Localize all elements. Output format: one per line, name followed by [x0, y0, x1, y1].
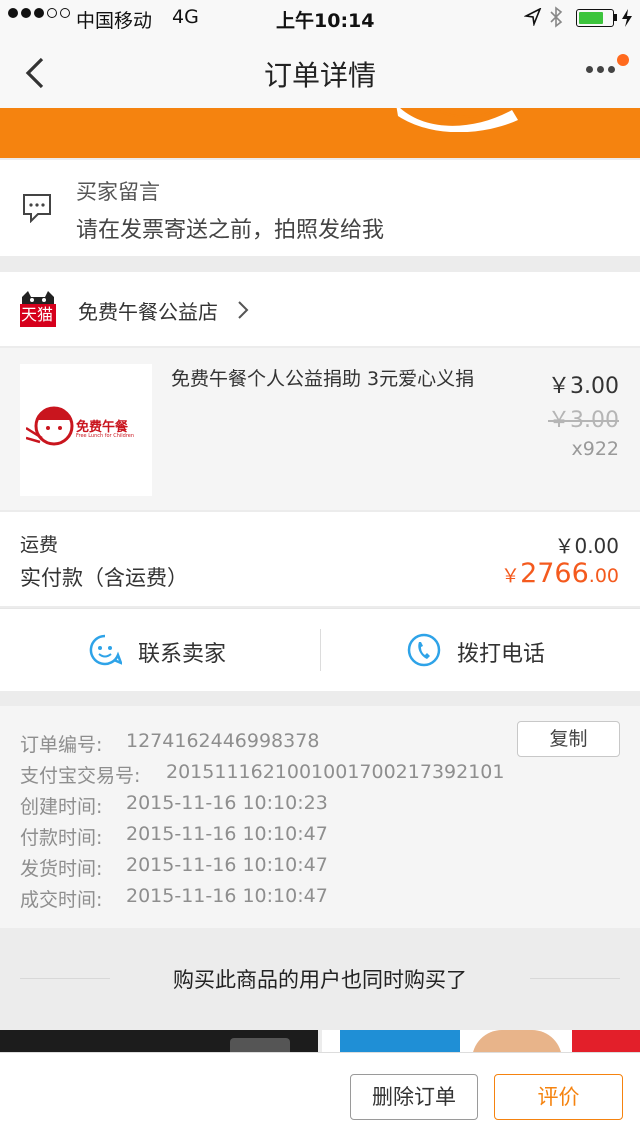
pay-time-row: 付款时间: 2015-11-16 10:10:47 — [20, 823, 328, 849]
shipping-value: ￥0.00 — [554, 534, 619, 558]
contact-seller-button[interactable]: 联系卖家 — [0, 609, 320, 691]
product-quantity: x922 — [571, 438, 619, 460]
recommend-divider-right — [530, 978, 620, 979]
buyer-message-section: 买家留言 请在发票寄送之前，拍照发给我 — [0, 160, 640, 256]
more-icon[interactable] — [586, 66, 615, 73]
signal-icon — [8, 8, 70, 18]
buyer-message-text: 请在发票寄送之前，拍照发给我 — [76, 218, 385, 243]
page-title: 订单详情 — [263, 59, 376, 92]
call-label: 拨打电话 — [457, 642, 546, 667]
logo-subtext: Free Lunch for Children — [76, 433, 135, 439]
shop-header[interactable]: 天猫 免费午餐公益店 — [0, 272, 640, 346]
product-original-price: ￥3.00 — [548, 408, 619, 433]
status-bar: 中国移动 4G 上午10:14 — [0, 0, 640, 36]
copy-button[interactable]: 复制 — [517, 721, 620, 757]
call-button[interactable]: 拨打电话 — [321, 609, 640, 691]
chevron-right-icon — [238, 301, 249, 319]
chat-smile-icon — [89, 634, 122, 666]
shop-name: 免费午餐公益店 — [78, 300, 218, 324]
clock: 上午10:14 — [276, 10, 375, 32]
deal-time-row: 成交时间: 2015-11-16 10:10:47 — [20, 885, 328, 911]
product-item[interactable]: 免费午餐 Free Lunch for Children 免费午餐个人公益捐助 … — [0, 348, 640, 510]
message-icon — [23, 194, 51, 223]
tmall-icon: 天猫 — [20, 291, 56, 327]
battery-icon — [576, 9, 614, 27]
alipay-number-row: 支付宝交易号: 2015111621001001700217392101 — [20, 761, 505, 787]
network-label: 4G — [172, 6, 199, 28]
banner-illustration — [396, 108, 518, 132]
location-arrow-icon — [524, 8, 542, 26]
paid-amount: ￥2766.00 — [501, 558, 619, 589]
totals-section: 运费 ￥0.00 实付款（含运费） ￥2766.00 — [0, 512, 640, 606]
shipping-label: 运费 — [20, 534, 59, 556]
order-number: 1274162446998378 — [126, 730, 320, 752]
order-status-banner — [0, 108, 640, 158]
order-info-section: 订单编号: 1274162446998378 支付宝交易号: 201511162… — [0, 706, 640, 928]
delete-order-button[interactable]: 删除订单 — [350, 1074, 478, 1120]
phone-icon — [407, 633, 441, 667]
recommend-title: 购买此商品的用户也同时购买了 — [173, 968, 467, 992]
product-price: ￥3.00 — [548, 374, 619, 399]
paid-label: 实付款（含运费） — [20, 566, 188, 590]
charging-icon — [622, 9, 632, 27]
notification-dot — [617, 54, 629, 66]
carrier-label: 中国移动 — [76, 10, 153, 32]
alipay-number: 2015111621001001700217392101 — [166, 761, 505, 783]
review-button[interactable]: 评价 — [494, 1074, 623, 1120]
contact-actions: 联系卖家 拨打电话 — [0, 608, 640, 691]
product-title[interactable]: 免费午餐个人公益捐助 3元爱心义捐 — [171, 367, 489, 391]
nav-bar: 订单详情 — [0, 36, 640, 108]
recommend-section: 购买此商品的用户也同时购买了 — [0, 930, 640, 1030]
order-number-row: 订单编号: 1274162446998378 — [20, 730, 320, 756]
ship-time-row: 发货时间: 2015-11-16 10:10:47 — [20, 854, 328, 880]
buyer-message-label: 买家留言 — [76, 180, 160, 204]
contact-seller-label: 联系卖家 — [138, 642, 227, 667]
product-image: 免费午餐 Free Lunch for Children — [20, 364, 152, 496]
bluetooth-icon — [550, 6, 563, 28]
bottom-action-bar: 删除订单 评价 — [0, 1052, 640, 1140]
create-time-row: 创建时间: 2015-11-16 10:10:23 — [20, 792, 328, 818]
